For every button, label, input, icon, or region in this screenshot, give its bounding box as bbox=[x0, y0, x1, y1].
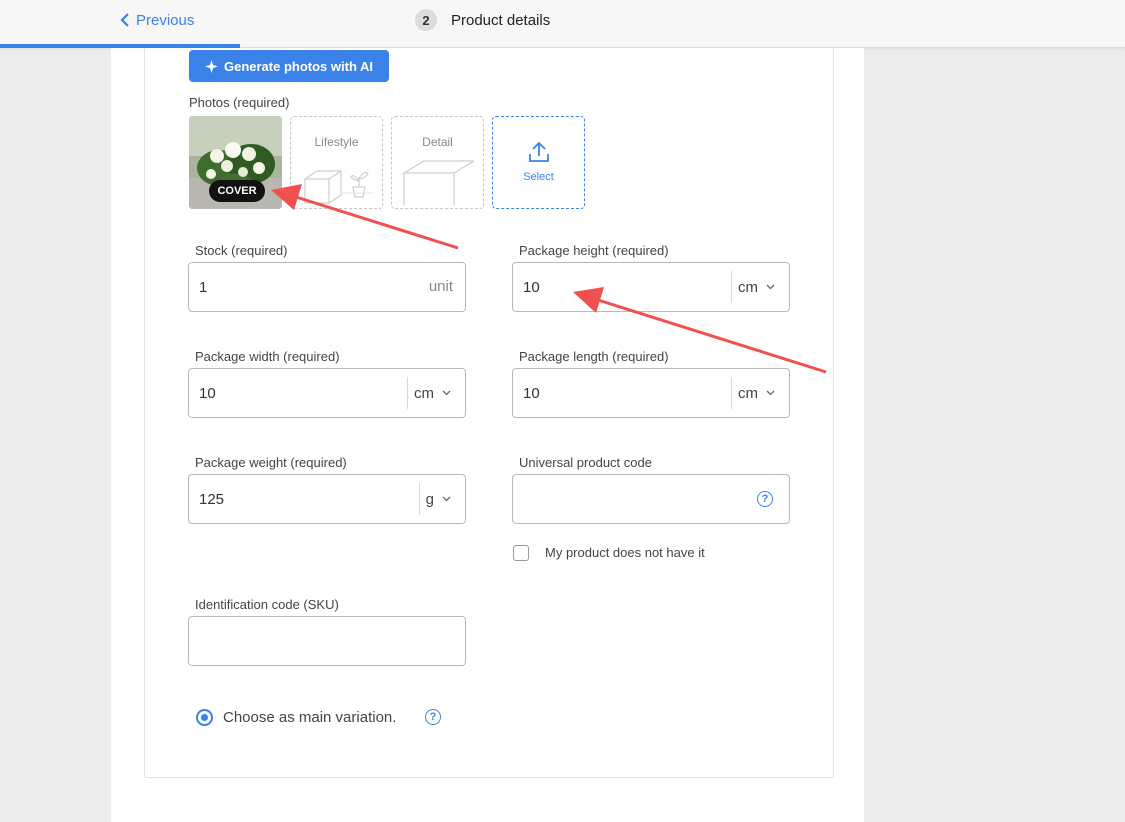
chevron-down-icon bbox=[766, 284, 775, 290]
step-indicator: 2 Product details bbox=[415, 9, 550, 31]
lifestyle-label: Lifestyle bbox=[314, 135, 359, 149]
detail-label: Detail bbox=[422, 135, 453, 149]
package-weight-unit-select[interactable]: g bbox=[418, 483, 465, 515]
stock-input[interactable] bbox=[199, 263, 399, 311]
generate-photos-ai-label: Generate photos with AI bbox=[223, 58, 374, 74]
package-height-unit: cm bbox=[738, 278, 758, 296]
sparkle-icon bbox=[204, 59, 218, 73]
package-length-unit: cm bbox=[738, 384, 758, 402]
main-variation-label: Choose as main variation. bbox=[223, 709, 397, 726]
chevron-down-icon bbox=[442, 390, 451, 396]
sku-input[interactable] bbox=[199, 617, 449, 665]
photos-label: Photos (required) bbox=[189, 95, 290, 110]
package-length-label: Package length (required) bbox=[519, 349, 669, 364]
main-variation-help-icon[interactable]: ? bbox=[425, 709, 441, 725]
step-title: Product details bbox=[451, 11, 551, 29]
package-height-input[interactable] bbox=[523, 263, 723, 311]
chevron-down-icon bbox=[442, 496, 451, 502]
package-width-field[interactable]: cm bbox=[188, 368, 466, 418]
sku-label: Identification code (SKU) bbox=[195, 597, 339, 612]
stock-field[interactable]: unit bbox=[188, 262, 466, 312]
stock-label: Stock (required) bbox=[195, 243, 288, 258]
previous-button[interactable]: Previous bbox=[120, 10, 194, 30]
step-number: 2 bbox=[415, 9, 437, 31]
package-weight-label: Package weight (required) bbox=[195, 455, 347, 470]
package-width-unit-select[interactable]: cm bbox=[407, 377, 465, 409]
package-width-label: Package width (required) bbox=[195, 349, 340, 364]
package-length-field[interactable]: cm bbox=[512, 368, 790, 418]
upc-label: Universal product code bbox=[519, 455, 652, 470]
chevron-down-icon bbox=[766, 390, 775, 396]
sku-field[interactable] bbox=[188, 616, 466, 666]
package-height-unit-select[interactable]: cm bbox=[731, 271, 789, 303]
chevron-left-icon bbox=[120, 13, 129, 27]
no-upc-label: My product does not have it bbox=[545, 545, 705, 560]
package-weight-field[interactable]: g bbox=[188, 474, 466, 524]
no-upc-checkbox[interactable] bbox=[513, 545, 529, 561]
select-label: Select bbox=[523, 171, 554, 183]
package-weight-input[interactable] bbox=[199, 475, 399, 523]
upc-field[interactable]: ? bbox=[512, 474, 790, 524]
detail-placeholder-icon bbox=[402, 160, 474, 205]
lifestyle-photo-slot[interactable]: Lifestyle bbox=[290, 116, 383, 209]
package-height-field[interactable]: cm bbox=[512, 262, 790, 312]
upc-help-icon[interactable]: ? bbox=[757, 491, 773, 507]
package-height-label: Package height (required) bbox=[519, 243, 669, 258]
previous-label: Previous bbox=[136, 11, 195, 29]
generate-photos-ai-button[interactable]: Generate photos with AI bbox=[189, 50, 389, 82]
top-bar: Previous 2 Product details bbox=[0, 0, 1125, 48]
stock-unit: unit bbox=[428, 278, 453, 295]
package-weight-unit: g bbox=[425, 490, 434, 508]
package-length-unit-select[interactable]: cm bbox=[731, 377, 789, 409]
cover-badge: COVER bbox=[209, 180, 265, 202]
package-width-input[interactable] bbox=[199, 369, 399, 417]
package-length-input[interactable] bbox=[523, 369, 723, 417]
upload-icon bbox=[529, 141, 549, 162]
package-width-unit: cm bbox=[414, 384, 434, 402]
lifestyle-placeholder-icon bbox=[303, 170, 373, 204]
upc-input[interactable] bbox=[523, 475, 743, 523]
select-photo-button[interactable]: Select bbox=[492, 116, 585, 209]
detail-photo-slot[interactable]: Detail bbox=[391, 116, 484, 209]
main-variation-radio[interactable] bbox=[196, 709, 213, 726]
